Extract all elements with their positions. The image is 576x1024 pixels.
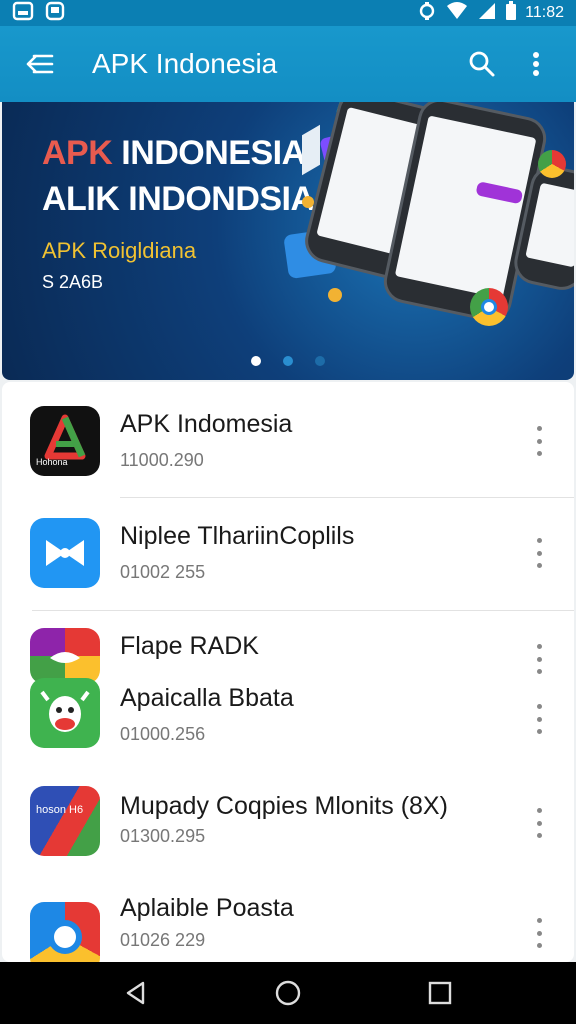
banner-page-indicator bbox=[2, 356, 574, 366]
banner-headline-2: ALIK INDONDSIA bbox=[42, 180, 315, 218]
banner-subtitle: APK Roigldiana bbox=[42, 238, 197, 263]
banner-headline: APK INDONESIA bbox=[42, 134, 306, 172]
app-overflow-button[interactable] bbox=[532, 538, 546, 568]
app-overflow-button[interactable] bbox=[532, 808, 546, 838]
pin-icon bbox=[302, 196, 314, 208]
app-name: Flape RADK bbox=[120, 632, 259, 660]
status-time: 11:82 bbox=[525, 4, 564, 21]
signal-icon bbox=[477, 1, 497, 26]
green-cow-icon bbox=[30, 678, 100, 748]
page-dot-active[interactable] bbox=[251, 356, 261, 366]
app-meta: 01000.256 bbox=[120, 724, 206, 744]
chrome-ball-icon bbox=[538, 150, 566, 178]
app-overflow-button[interactable] bbox=[532, 704, 546, 734]
list-item[interactable]: Aplaible Poasta 01026 229 bbox=[2, 880, 574, 962]
gallery-notification-icon bbox=[12, 1, 34, 26]
system-navigation-bar bbox=[0, 962, 576, 1024]
list-item[interactable]: Hohona APK Indomesia 11000.290 bbox=[2, 396, 574, 508]
chrome-ball-icon bbox=[470, 288, 508, 326]
search-icon bbox=[469, 51, 495, 77]
page-dot[interactable] bbox=[315, 356, 325, 366]
app-name: Mupady Coqpies Mlonits (8X) bbox=[120, 792, 448, 820]
app-meta: 11000.290 bbox=[120, 450, 204, 470]
divider bbox=[32, 610, 574, 611]
page-title: APK Indonesia bbox=[92, 48, 278, 79]
wifi-icon bbox=[445, 1, 469, 26]
menu-button[interactable] bbox=[20, 44, 60, 84]
list-item[interactable]: hoson H6 Mupady Coqpies Mlonits (8X) 013… bbox=[2, 778, 574, 890]
promo-banner[interactable]: APK INDONESIA ALIK INDONDSIA APK Roigldi… bbox=[2, 102, 574, 380]
apk-indonesia-icon: Hohona bbox=[30, 406, 100, 476]
back-triangle-icon bbox=[126, 981, 145, 1005]
banner-caption: S 2A6B bbox=[42, 272, 104, 292]
flag-book-icon: hoson H6 bbox=[30, 786, 100, 856]
app-list: Hohona APK Indomesia 11000.290 Niplee Tl… bbox=[2, 382, 574, 962]
app-name: Niplee TlhariinCoplils bbox=[120, 522, 355, 550]
recents-square-icon bbox=[428, 981, 452, 1005]
status-bar: 11:82 bbox=[0, 0, 576, 26]
app-name: APK Indomesia bbox=[120, 410, 293, 438]
app-overflow-button[interactable] bbox=[532, 918, 546, 948]
pin-icon bbox=[328, 288, 342, 302]
app-name: Aplaible Poasta bbox=[120, 894, 294, 922]
app-meta: 01002 255 bbox=[120, 562, 206, 582]
app-overflow-button[interactable] bbox=[532, 426, 546, 456]
list-item[interactable]: Niplee TlhariinCoplils 01002 255 bbox=[2, 508, 574, 620]
blue-bow-icon bbox=[30, 518, 100, 588]
battery-icon bbox=[505, 0, 517, 26]
nav-home-button[interactable] bbox=[268, 973, 308, 1013]
nav-recents-button[interactable] bbox=[420, 973, 460, 1013]
more-vert-icon bbox=[533, 52, 539, 76]
list-item[interactable]: Apaicalla Bbata 01000.256 bbox=[2, 670, 574, 782]
search-button[interactable] bbox=[462, 44, 502, 84]
app-name: Apaicalla Bbata bbox=[120, 684, 294, 712]
chrome-like-icon bbox=[30, 902, 100, 962]
back-arrow-icon bbox=[26, 54, 54, 74]
app-notification-icon bbox=[44, 1, 66, 26]
floating-shape-icon bbox=[302, 124, 320, 176]
home-circle-icon bbox=[275, 980, 301, 1006]
sync-icon bbox=[417, 1, 437, 26]
app-meta: 01026 229 bbox=[120, 930, 206, 950]
nav-back-button[interactable] bbox=[116, 973, 156, 1013]
page-dot[interactable] bbox=[283, 356, 293, 366]
divider bbox=[120, 497, 574, 498]
app-meta: 01300.295 bbox=[120, 826, 206, 846]
app-bar: APK Indonesia bbox=[0, 26, 576, 102]
overflow-menu-button[interactable] bbox=[516, 44, 556, 84]
